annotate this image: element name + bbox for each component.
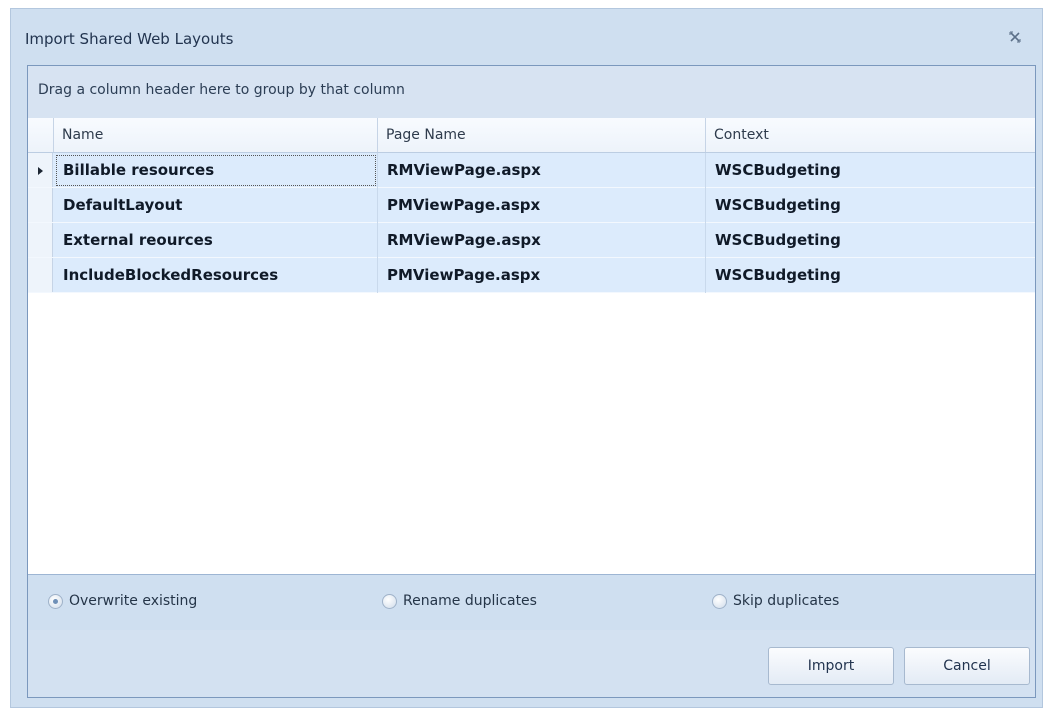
row-indicator — [28, 188, 53, 222]
close-icon — [1008, 29, 1022, 48]
row-indicator — [28, 223, 53, 257]
table-row[interactable]: Billable resources RMViewPage.aspx WSCBu… — [28, 153, 1035, 188]
dialog-footer: Import Cancel — [28, 630, 1035, 697]
cell-page-name[interactable]: RMViewPage.aspx — [378, 153, 706, 188]
title-bar: Import Shared Web Layouts — [11, 9, 1042, 65]
skip-duplicates-label: Skip duplicates — [733, 593, 840, 609]
cell-context[interactable]: WSCBudgeting — [706, 223, 1035, 258]
cell-context[interactable]: WSCBudgeting — [706, 188, 1035, 223]
grid-header: Name Page Name Context — [28, 118, 1035, 153]
overwrite-existing-radio[interactable]: Overwrite existing — [48, 593, 197, 609]
row-indicator — [28, 258, 53, 292]
radio-selected-icon — [48, 593, 63, 609]
cell-page-name[interactable]: PMViewPage.aspx — [378, 258, 706, 293]
cell-page-name[interactable]: PMViewPage.aspx — [378, 188, 706, 223]
skip-duplicates-radio[interactable]: Skip duplicates — [712, 593, 839, 609]
rename-duplicates-label: Rename duplicates — [403, 593, 537, 609]
table-row[interactable]: IncludeBlockedResources PMViewPage.aspx … — [28, 258, 1035, 293]
cell-page-name[interactable]: RMViewPage.aspx — [378, 223, 706, 258]
current-row-arrow-icon — [37, 161, 44, 180]
group-by-hint: Drag a column header here to group by th… — [38, 82, 405, 98]
layouts-panel: Drag a column header here to group by th… — [27, 65, 1036, 698]
cell-name[interactable]: Billable resources — [54, 153, 378, 188]
import-options: Overwrite existing Rename duplicates Ski… — [28, 574, 1035, 632]
table-row[interactable]: External reources RMViewPage.aspx WSCBud… — [28, 223, 1035, 258]
import-button[interactable]: Import — [768, 647, 894, 685]
row-indicator — [28, 153, 53, 187]
dialog-title: Import Shared Web Layouts — [25, 30, 234, 48]
close-button[interactable] — [1004, 27, 1026, 49]
cell-name[interactable]: External reources — [54, 223, 378, 258]
layouts-grid[interactable]: Name Page Name Context Billable resource… — [28, 118, 1035, 574]
radio-unselected-icon — [712, 593, 727, 609]
radio-unselected-icon — [382, 593, 397, 609]
overwrite-existing-label: Overwrite existing — [69, 593, 198, 609]
cell-name[interactable]: IncludeBlockedResources — [54, 258, 378, 293]
cancel-button[interactable]: Cancel — [904, 647, 1030, 685]
table-row[interactable]: DefaultLayout PMViewPage.aspx WSCBudgeti… — [28, 188, 1035, 223]
column-header-context[interactable]: Context — [706, 118, 1035, 152]
rename-duplicates-radio[interactable]: Rename duplicates — [382, 593, 537, 609]
cell-name[interactable]: DefaultLayout — [54, 188, 378, 223]
import-dialog: Import Shared Web Layouts Drag a column … — [10, 8, 1043, 708]
row-indicator-header — [28, 118, 54, 152]
column-header-page-name[interactable]: Page Name — [378, 118, 706, 152]
column-header-name[interactable]: Name — [54, 118, 378, 152]
cell-context[interactable]: WSCBudgeting — [706, 258, 1035, 293]
group-by-panel[interactable]: Drag a column header here to group by th… — [28, 66, 1035, 119]
cell-context[interactable]: WSCBudgeting — [706, 153, 1035, 188]
